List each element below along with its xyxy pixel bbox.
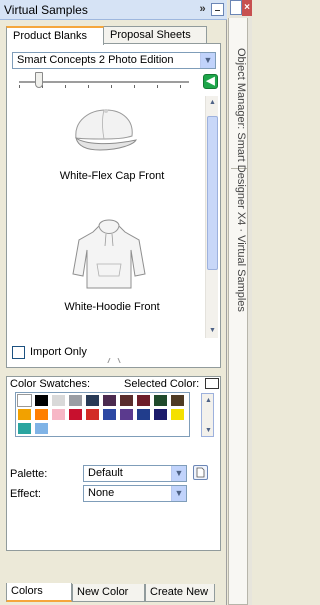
close-icon[interactable]: × <box>242 0 252 16</box>
tab-proposal-sheets-label: Proposal Sheets <box>110 29 191 41</box>
slider-tick <box>111 85 112 88</box>
tab-create-new-label: Create New <box>150 586 209 598</box>
panel-titlebar: Virtual Samples » <box>0 0 227 20</box>
thumbnail-size-slider[interactable] <box>19 81 189 83</box>
hoodie-item-label: White-Hoodie Front <box>64 301 160 313</box>
color-swatch[interactable] <box>68 394 83 407</box>
color-swatch[interactable] <box>170 394 185 407</box>
product-thumbnails-list: White-Flex Cap Front White-Hoodie Front <box>19 98 205 363</box>
go-arrow-icon[interactable]: ◀ <box>203 74 218 89</box>
color-swatch[interactable] <box>68 408 83 421</box>
color-swatch[interactable] <box>119 408 134 421</box>
color-swatch[interactable] <box>51 408 66 421</box>
scroll-up-icon[interactable]: ▲ <box>206 96 219 109</box>
chevron-down-icon[interactable]: ▼ <box>200 53 215 68</box>
tab-colors[interactable]: Colors <box>6 583 72 602</box>
slider-tick <box>134 85 135 88</box>
tab-new-color[interactable]: New Color <box>72 584 145 602</box>
color-swatch[interactable] <box>34 394 49 407</box>
tab-new-color-label: New Color <box>77 586 129 598</box>
color-swatch[interactable] <box>17 422 32 435</box>
next-item-thumbnail[interactable] <box>107 356 121 363</box>
import-only-label: Import Only <box>30 346 87 358</box>
tab-colors-label: Colors <box>11 585 43 597</box>
collapse-panel-button[interactable]: » <box>196 3 209 16</box>
color-swatch[interactable] <box>102 394 117 407</box>
scroll-up-icon[interactable]: ▲ <box>202 394 215 407</box>
tab-create-new[interactable]: Create New <box>145 584 215 602</box>
color-swatch[interactable] <box>85 394 100 407</box>
color-swatches-label: Color Swatches: <box>10 378 91 390</box>
restore-icon[interactable] <box>230 0 242 15</box>
selected-color-label: Selected Color: <box>124 378 200 390</box>
color-swatch[interactable] <box>153 394 168 407</box>
color-swatch[interactable] <box>85 408 100 421</box>
slider-thumb[interactable] <box>35 72 44 88</box>
tab-proposal-sheets[interactable]: Proposal Sheets <box>103 26 207 44</box>
hoodie-thumbnail[interactable] <box>69 216 149 296</box>
tab-product-blanks-label: Product Blanks <box>13 30 87 42</box>
swatch-scrollbar[interactable]: ▲ ▼ <box>201 393 214 437</box>
docker-tab-area: Object Manager: Smart Designer X4 · Virt… <box>228 18 248 605</box>
slider-tick <box>19 85 20 88</box>
color-swatch[interactable] <box>119 394 134 407</box>
color-swatch[interactable] <box>170 408 185 421</box>
effect-select[interactable]: None ▼ <box>83 485 187 502</box>
docker-side-strip: Object Manager: Smart Designer X4 · Virt… <box>228 0 252 605</box>
scrollbar-thumb[interactable] <box>207 116 218 270</box>
color-swatches-box: Color Swatches: Selected Color: ▲ ▼ Pale… <box>6 376 221 551</box>
color-swatch[interactable] <box>153 408 168 421</box>
product-line-value: Smart Concepts 2 Photo Edition <box>17 54 174 66</box>
palette-value: Default <box>88 467 123 479</box>
scroll-down-icon[interactable]: ▼ <box>206 324 219 337</box>
import-only-checkbox[interactable] <box>12 346 25 359</box>
chevron-down-icon[interactable]: ▼ <box>171 466 186 481</box>
docker-vertical-tabs[interactable]: Object Manager: Smart Designer X4 · Virt… <box>235 48 247 312</box>
color-swatch[interactable] <box>136 394 151 407</box>
thumbnails-scrollbar[interactable]: ▲ ▼ <box>205 96 218 338</box>
cap-thumbnail[interactable] <box>64 104 144 162</box>
slider-tick <box>180 85 181 88</box>
minimize-icon[interactable] <box>211 3 224 16</box>
panel-title: Virtual Samples <box>4 3 88 17</box>
color-swatch[interactable] <box>34 408 49 421</box>
palette-label: Palette: <box>10 468 48 480</box>
palette-select[interactable]: Default ▼ <box>83 465 187 482</box>
color-swatch[interactable] <box>51 394 66 407</box>
color-swatch[interactable] <box>102 408 117 421</box>
color-swatch[interactable] <box>136 408 151 421</box>
swatch-grid <box>15 392 190 437</box>
effect-label: Effect: <box>10 488 41 500</box>
palette-page-icon[interactable] <box>193 465 208 480</box>
color-swatch[interactable] <box>34 422 49 435</box>
product-blanks-content: Smart Concepts 2 Photo Edition ▼ ◀ White… <box>6 43 221 368</box>
panel-tabs: Product Blanks Proposal Sheets <box>6 26 220 45</box>
cap-item-label: White-Flex Cap Front <box>59 170 165 182</box>
chevron-down-icon[interactable]: ▼ <box>171 486 186 501</box>
tab-product-blanks[interactable]: Product Blanks <box>6 26 104 45</box>
product-line-select[interactable]: Smart Concepts 2 Photo Edition ▼ <box>12 52 216 69</box>
color-swatch[interactable] <box>17 394 32 407</box>
virtual-samples-panel: Virtual Samples » Product Blanks Proposa… <box>0 0 227 605</box>
slider-tick <box>157 85 158 88</box>
color-swatch[interactable] <box>17 408 32 421</box>
scroll-down-icon[interactable]: ▼ <box>202 424 215 437</box>
slider-tick <box>65 85 66 88</box>
selected-color-preview <box>205 378 219 389</box>
slider-tick <box>88 85 89 88</box>
effect-value: None <box>88 487 115 499</box>
bottom-tabs: Colors New Color Create New <box>6 583 220 602</box>
